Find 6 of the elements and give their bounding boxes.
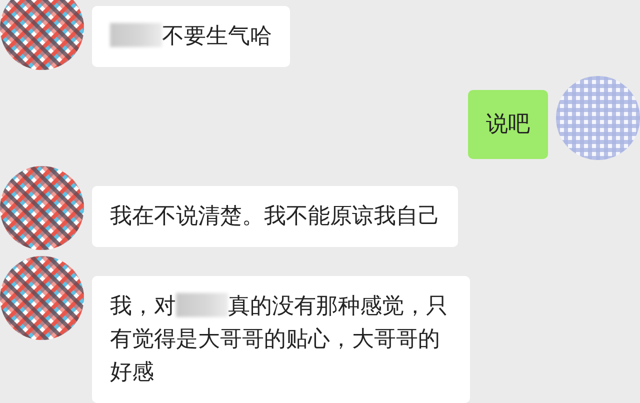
message-bubble: 我，对 真的没有那种感觉，只有觉得是大哥哥的贴心，大哥哥的好感: [92, 276, 470, 403]
message-bubble: 说吧: [468, 90, 548, 159]
blurred-name: [110, 23, 162, 47]
message-bubble: 我在不说清楚。我不能原谅我自己: [92, 186, 458, 247]
message-bubble: 不要生气哈: [92, 6, 290, 67]
blurred-name: [176, 293, 228, 317]
